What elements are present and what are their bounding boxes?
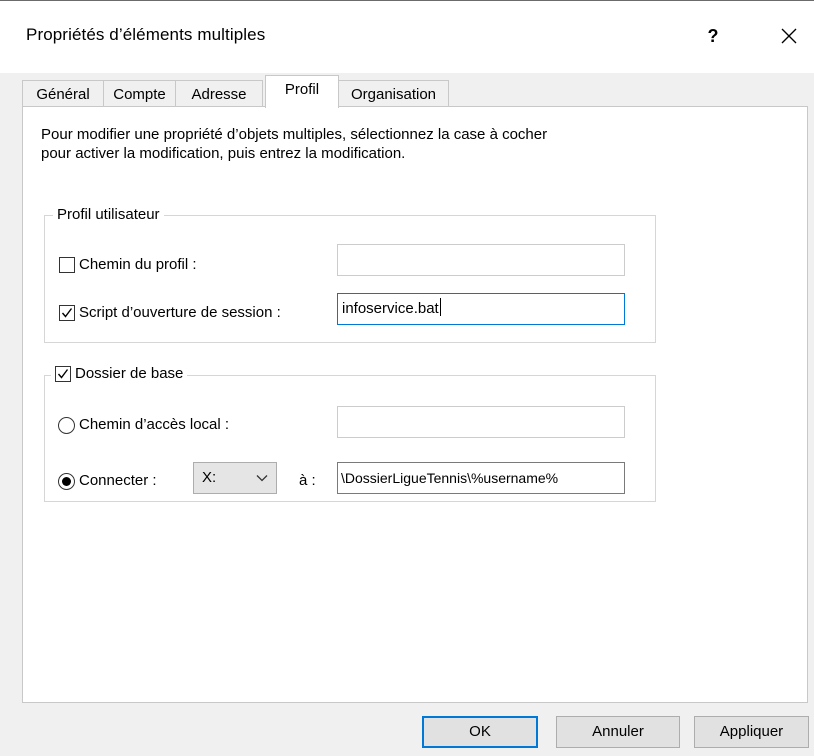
profile-path-checkbox[interactable] — [59, 257, 75, 273]
profile-path-label: Chemin du profil : — [79, 256, 197, 273]
home-folder-groupbox: Dossier de base Chemin d’accès local : C… — [44, 365, 656, 502]
close-icon — [781, 28, 797, 44]
apply-button[interactable]: Appliquer — [694, 716, 809, 748]
home-folder-label: Dossier de base — [75, 365, 184, 382]
connect-path-input[interactable]: \DossierLigueTennis\%username% — [337, 462, 625, 494]
home-folder-checkbox[interactable] — [55, 366, 71, 382]
title-bar: Propriétés d’éléments multiples ? — [0, 0, 814, 73]
connect-to-label: à : — [299, 472, 316, 489]
logon-script-value: infoservice.bat — [342, 300, 439, 317]
checkmark-icon — [61, 308, 73, 318]
instructions-line-2: pour activer la modification, puis entre… — [41, 145, 406, 162]
profil-tab-panel: Pour modifier une propriété d’objets mul… — [22, 106, 808, 703]
logon-script-label: Script d’ouverture de session : — [79, 304, 281, 321]
connect-label: Connecter : — [79, 472, 157, 489]
tab-organisation[interactable]: Organisation — [338, 80, 449, 108]
local-path-radio[interactable] — [58, 417, 75, 434]
dialog-window: Propriétés d’éléments multiples ? Généra… — [0, 0, 814, 756]
instructions-line-1: Pour modifier une propriété d’objets mul… — [41, 126, 548, 143]
tab-compte[interactable]: Compte — [103, 80, 176, 108]
help-button[interactable]: ? — [690, 19, 736, 53]
logon-script-input[interactable]: infoservice.bat — [337, 293, 625, 325]
local-path-label: Chemin d’accès local : — [79, 416, 230, 433]
cancel-button[interactable]: Annuler — [556, 716, 680, 748]
logon-script-checkbox[interactable] — [59, 305, 75, 321]
profile-groupbox: Profil utilisateur Chemin du profil : Sc… — [44, 206, 656, 343]
connect-radio[interactable] — [58, 473, 75, 490]
tab-profil[interactable]: Profil — [265, 75, 339, 108]
text-caret — [439, 298, 441, 316]
radio-selected-dot — [62, 477, 71, 486]
local-path-input[interactable] — [337, 406, 625, 438]
tab-adresse[interactable]: Adresse — [175, 80, 263, 108]
home-folder-legend: Dossier de base — [51, 365, 188, 383]
drive-letter-value: X: — [202, 469, 217, 486]
checkmark-icon — [57, 369, 69, 379]
dialog-title: Propriétés d’éléments multiples — [26, 25, 266, 44]
profile-group-legend: Profil utilisateur — [53, 206, 164, 224]
profile-path-input[interactable] — [337, 244, 625, 276]
drive-letter-select[interactable]: X: — [193, 462, 277, 494]
tab-general[interactable]: Général — [22, 80, 104, 108]
instructions-text: Pour modifier une propriété d’objets mul… — [41, 125, 681, 163]
ok-button[interactable]: OK — [422, 716, 538, 748]
close-button[interactable] — [766, 19, 812, 53]
chevron-down-icon — [256, 475, 268, 482]
